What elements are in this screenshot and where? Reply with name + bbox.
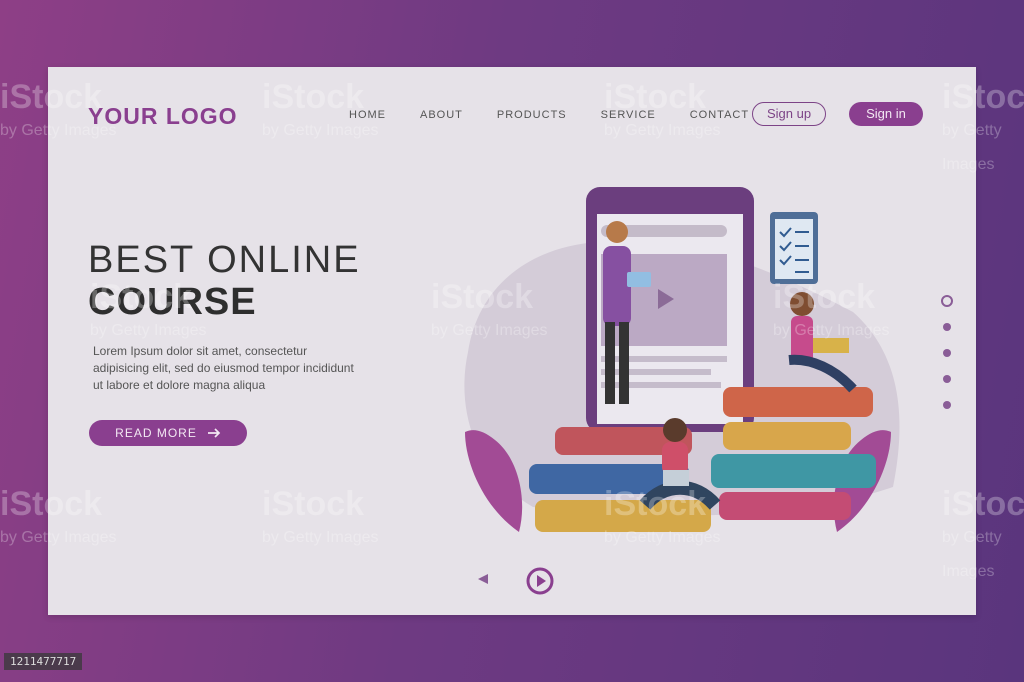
play-circle-icon[interactable] [526, 567, 554, 595]
logo[interactable]: YOUR LOGO [88, 103, 238, 130]
checklist-clipboard-icon [770, 212, 818, 284]
nav-contact[interactable]: CONTACT [690, 109, 749, 121]
carousel-dot[interactable] [943, 323, 951, 331]
hero-title-line-2: COURSE [88, 281, 257, 323]
nav-service[interactable]: SERVICE [601, 109, 656, 121]
carousel-dot[interactable] [943, 375, 951, 383]
sign-up-button[interactable]: Sign up [752, 102, 826, 126]
carousel-dot[interactable] [943, 401, 951, 409]
carousel-dot[interactable] [943, 349, 951, 357]
online-course-illustration [464, 187, 900, 532]
nav-about[interactable]: ABOUT [420, 109, 463, 121]
nav-products[interactable]: PRODUCTS [497, 109, 567, 121]
hero-title-line-1: BEST ONLINE [88, 239, 361, 281]
sign-in-button[interactable]: Sign in [849, 102, 923, 126]
nav-home[interactable]: HOME [349, 109, 386, 121]
previous-arrow-icon[interactable] [476, 572, 490, 586]
arrow-right-icon [207, 428, 221, 438]
top-navigation: HOME ABOUT PRODUCTS SERVICE CONTACT [349, 109, 783, 121]
landing-page-card: YOUR LOGO HOME ABOUT PRODUCTS SERVICE CO… [48, 67, 976, 615]
read-more-button[interactable]: READ MORE [89, 420, 247, 446]
read-more-label: READ MORE [115, 426, 197, 440]
hero-description: Lorem Ipsum dolor sit amet, consectetur … [93, 344, 354, 392]
carousel-dot-active[interactable] [941, 295, 953, 307]
image-id-badge: 1211477717 [4, 653, 83, 670]
